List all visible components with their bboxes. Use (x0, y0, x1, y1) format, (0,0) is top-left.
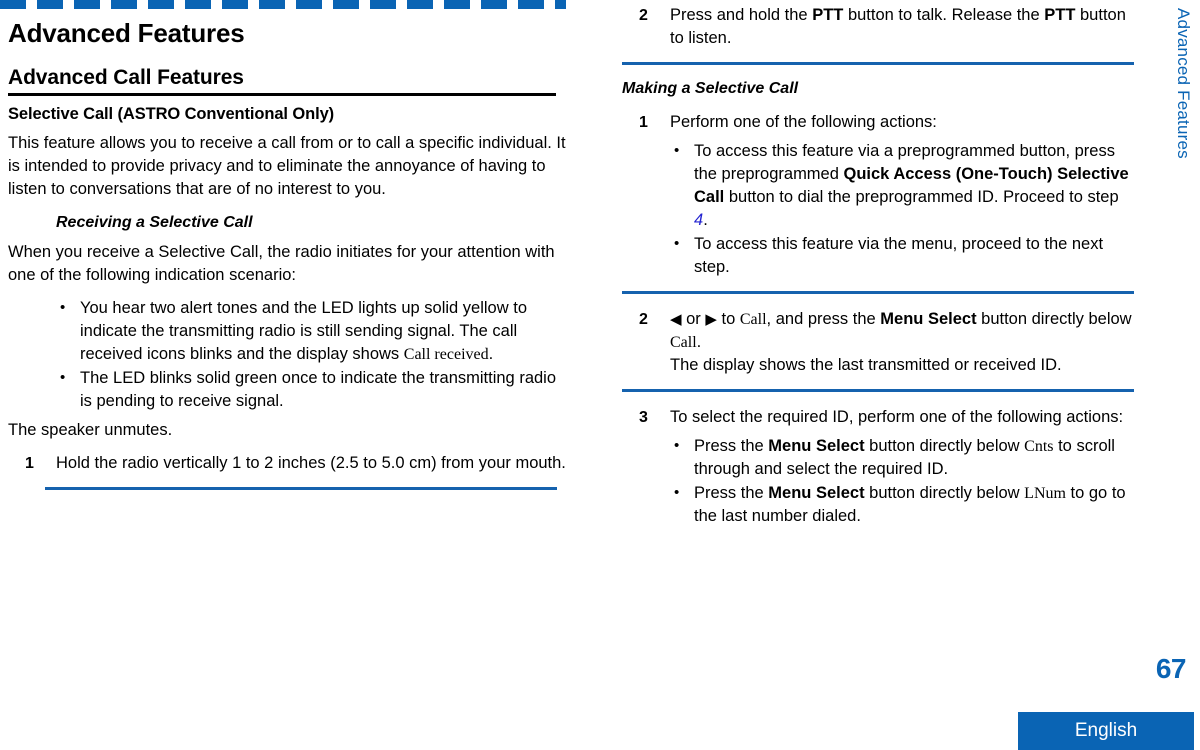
list-item: To access this feature via the menu, pro… (670, 232, 1136, 279)
step-item: 3 To select the required ID, perform one… (639, 406, 1136, 429)
left-steps: 1 Hold the radio vertically 1 to 2 inche… (8, 452, 568, 475)
bullet-text: button directly below (864, 484, 1025, 502)
step-text-part: , and press the (766, 310, 881, 328)
making-steps: 1 Perform one of the following actions: (622, 111, 1136, 134)
step-text: To select the required ID, perform one o… (670, 408, 1124, 426)
bullet-text-tail: . (488, 345, 494, 363)
step-number: 1 (639, 114, 648, 131)
step-number: 2 (639, 7, 648, 24)
step-item: 1 Hold the radio vertically 1 to 2 inche… (25, 452, 568, 475)
step-item: 1 Perform one of the following actions: (639, 111, 1136, 134)
step-divider (622, 62, 1134, 65)
document-page: Advanced Features Advanced Call Features… (0, 0, 1200, 750)
display-text: Call received (403, 346, 489, 363)
bullet-text: Press the (694, 484, 769, 502)
section-heading: Advanced Call Features (8, 66, 244, 89)
intro-paragraph: This feature allows you to receive a cal… (8, 134, 566, 198)
step-text-part: or (681, 310, 706, 328)
step-text: Perform one of the following actions: (670, 113, 937, 131)
subsection-heading: Selective Call (ASTRO Conventional Only) (8, 105, 335, 123)
bullet-text: button directly below (864, 437, 1025, 455)
section-divider (8, 93, 556, 96)
making-heading: Making a Selective Call (622, 80, 799, 97)
step-number: 2 (639, 311, 648, 328)
receiving-heading: Receiving a Selective Call (56, 214, 253, 231)
bullet-text: . (703, 211, 708, 229)
step-text-part: button to talk. Release the (843, 6, 1045, 24)
step-text-part: to (716, 310, 740, 328)
page-title: Advanced Features (8, 18, 245, 48)
bullet-text: The LED blinks solid green once to indic… (80, 369, 557, 410)
step3-block: 3 To select the required ID, perform one… (622, 406, 1136, 429)
receiving-lead-paragraph: When you receive a Selective Call, the r… (8, 243, 555, 284)
language-tab-label: English (1074, 720, 1138, 741)
list-item: The LED blinks solid green once to indic… (56, 366, 568, 413)
side-thumb-tab: Advanced Features (1172, 4, 1198, 234)
speaker-note: The speaker unmutes. (8, 421, 173, 439)
bullet-text: To access this feature via the menu, pro… (694, 235, 1104, 276)
arrow-left-icon: ◀ (670, 311, 682, 328)
display-text: Call (739, 311, 767, 328)
step-divider (45, 487, 557, 490)
left-column: Advanced Features Advanced Call Features… (8, 18, 568, 502)
display-text: LNum (1024, 485, 1066, 502)
step-result-text: The display shows the last transmitted o… (670, 356, 1062, 374)
access-method-list: To access this feature via a preprogramm… (670, 139, 1136, 279)
step-item: 2 Press and hold the PTT button to talk.… (639, 4, 1136, 50)
right-column: 2 Press and hold the PTT button to talk.… (622, 4, 1136, 534)
menu-select-button-label: Menu Select (768, 437, 865, 455)
list-item: Press the Menu Select button directly be… (670, 481, 1136, 528)
list-item: Press the Menu Select button directly be… (670, 434, 1136, 481)
step-text-part: button directly below (976, 310, 1132, 328)
display-text: Cnts (1024, 438, 1054, 455)
language-tab: English (1018, 712, 1194, 750)
step-text: Hold the radio vertically 1 to 2 inches … (56, 454, 566, 472)
step-divider (622, 389, 1134, 392)
list-item: You hear two alert tones and the LED lig… (56, 296, 568, 366)
step2-block: 2 ◀ or ▶ to Call, and press the Menu Sel… (622, 308, 1136, 377)
step-text-part: Press and hold the (670, 6, 813, 24)
top-dashed-rule (0, 0, 566, 9)
page-number: 67 (1155, 653, 1187, 684)
list-item: To access this feature via a preprogramm… (670, 139, 1136, 232)
side-thumb-tab-label: Advanced Features (1174, 8, 1193, 159)
arrow-right-icon: ▶ (705, 311, 717, 328)
step-number: 1 (25, 455, 34, 472)
step-number: 3 (639, 409, 648, 426)
step-text: ◀ or ▶ to Call, and press the Menu Selec… (670, 310, 1132, 374)
ptt-label: PTT (1044, 6, 1076, 24)
bullet-text: Press the (694, 437, 769, 455)
select-id-list: Press the Menu Select button directly be… (670, 434, 1136, 528)
receiving-indication-list: You hear two alert tones and the LED lig… (56, 296, 568, 413)
menu-select-button-label: Menu Select (768, 484, 865, 502)
right-steps-top: 2 Press and hold the PTT button to talk.… (622, 4, 1136, 50)
ptt-label: PTT (812, 6, 844, 24)
menu-select-button-label: Menu Select (880, 310, 977, 328)
step-text-part: . (696, 333, 702, 351)
step-item: 2 ◀ or ▶ to Call, and press the Menu Sel… (639, 308, 1136, 377)
display-text: Call (670, 334, 697, 351)
step-text: Press and hold the PTT button to talk. R… (670, 6, 1126, 47)
step-divider (622, 291, 1134, 294)
bullet-text: button to dial the preprogrammed ID. Pro… (724, 188, 1119, 206)
step-cross-reference-link[interactable]: 4 (694, 211, 703, 229)
